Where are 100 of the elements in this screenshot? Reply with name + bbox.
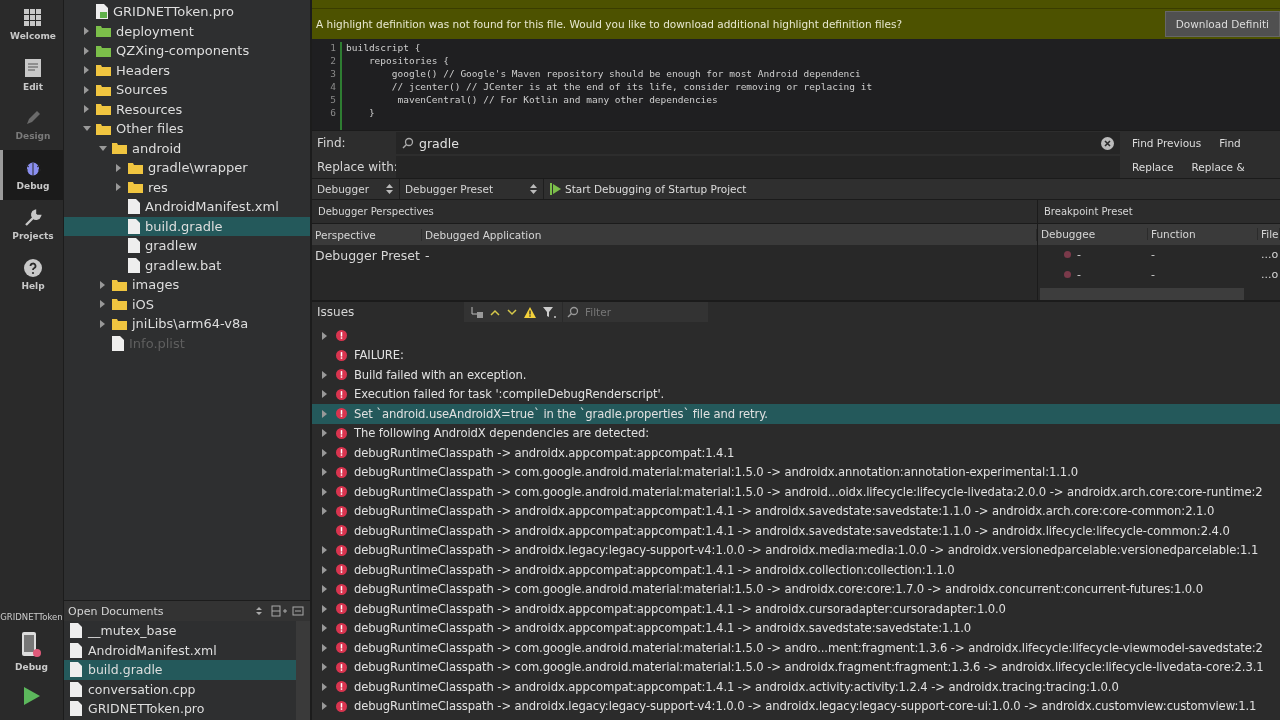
tree-item[interactable]: build.gradle	[64, 216, 310, 236]
issue-row[interactable]: debugRuntimeClasspath -> androidx.appcompat:appcompat:1.4.1 -> androidx.savedstate:savedstate:1.1.0 -> androidx.arch.core:core-common:2.1.0	[312, 501, 1280, 521]
document-item[interactable]: __mutex_base	[64, 621, 296, 641]
find-previous-button[interactable]: Find Previous	[1132, 137, 1202, 149]
folder-icon	[96, 25, 111, 38]
warning-icon[interactable]	[524, 306, 536, 318]
issue-row[interactable]: debugRuntimeClasspath -> com.google.android.material:material:1.5.0 -> androidx.fragment:fragment:1.3.6 -> androidx.lifecycle:lifecycle-livedata-core:2.3.1	[312, 657, 1280, 677]
error-icon	[336, 661, 347, 673]
combo-box[interactable]: Debugger	[312, 179, 400, 199]
tree-item[interactable]: iOS	[64, 294, 310, 314]
tree-item[interactable]: Other files	[64, 119, 310, 139]
tree-item[interactable]: Resources	[64, 99, 310, 119]
combo-box[interactable]: Debugger Preset	[400, 179, 544, 199]
issue-row[interactable]: debugRuntimeClasspath -> com.google.android.material:material:1.5.0 -> andro...ment:fragment:1.3.6 -> androidx.lifecycle:lifecycle-viewmodel-savedstate:2	[312, 638, 1280, 658]
panel-tools-icon[interactable]	[256, 605, 304, 617]
tree-item[interactable]: gradle\wrapper	[64, 158, 310, 178]
issue-row[interactable]: The following AndroidX dependencies are detected:	[312, 423, 1280, 443]
error-icon	[336, 369, 347, 381]
error-icon	[336, 388, 347, 400]
mode-button[interactable]: Projects	[0, 200, 63, 250]
code-line: repositories {	[367, 55, 450, 68]
tree-item[interactable]: deployment	[64, 21, 310, 41]
search-icon	[567, 306, 579, 318]
issue-row[interactable]: debugRuntimeClasspath -> androidx.appcompat:appcompat:1.4.1 -> androidx.activity:activity:1.2.4 -> androidx.tracing:tracing:1.0.0	[312, 677, 1280, 697]
folder-icon	[112, 298, 127, 311]
wrench-icon	[24, 209, 42, 227]
issue-row[interactable]: debugRuntimeClasspath -> androidx.appcompat:appcompat:1.4.1 -> androidx.collection:collection:1.1.0	[312, 560, 1280, 580]
issue-row[interactable]: Execution failed for task ':compileDebugRenderscript'.	[312, 384, 1280, 404]
mode-button[interactable]: Edit	[0, 50, 63, 100]
down-icon[interactable]	[507, 308, 517, 316]
tree-item[interactable]: GRIDNETToken.pro	[64, 2, 310, 22]
kit-label: GRIDNETToken	[0, 612, 63, 622]
replace-button[interactable]: Replace	[1132, 161, 1174, 173]
line-number: 3	[329, 68, 336, 81]
issue-row[interactable]: debugRuntimeClasspath -> androidx.appcompat:appcompat:1.4.1 -> androidx.savedstate:savedstate:1.1.0 -> androidx.lifecycle:lifecycle-common:2.4.0	[312, 521, 1280, 541]
start-debugging-button[interactable]: Start Debugging of Startup Project	[544, 183, 753, 195]
build-label: Debug	[15, 662, 48, 672]
download-button[interactable]: Download Definiti	[1164, 11, 1280, 37]
column-header[interactable]: File	[1258, 228, 1280, 241]
issue-row[interactable]: debugRuntimeClasspath -> androidx.legacy:legacy-support-v4:1.0.0 -> androidx.media:media:1.0.0 -> androidx.versionedparcelable:versionedparcelable:1.1	[312, 540, 1280, 560]
tree-item[interactable]: gradlew	[64, 236, 310, 256]
find-next-button[interactable]: Find	[1219, 137, 1241, 149]
filter-box[interactable]: Filter	[562, 302, 708, 322]
mode-button[interactable]: Help	[0, 250, 63, 300]
line-number: 5	[329, 94, 336, 107]
tree-item[interactable]: gradlew.bat	[64, 255, 310, 275]
table-cell: -	[1077, 247, 1081, 261]
scrollbar[interactable]	[1040, 288, 1244, 300]
clean-icon[interactable]	[470, 306, 483, 318]
error-icon	[336, 330, 347, 342]
document-item[interactable]: build.gradle	[64, 660, 296, 680]
run-icon[interactable]	[22, 686, 41, 706]
tree-item[interactable]: QZXing-components	[64, 41, 310, 61]
issue-row[interactable]: debugRuntimeClasspath -> androidx.legacy:legacy-support-v4:1.0.0 -> androidx.legacy:legacy-support-core-ui:1.0.0 -> androidx.customview:customview:1.1	[312, 696, 1280, 716]
column-header[interactable]: Debuggee	[1038, 228, 1148, 241]
tree-item[interactable]: res	[64, 177, 310, 197]
tree-item[interactable]: images	[64, 275, 310, 295]
up-icon[interactable]	[490, 308, 500, 316]
clear-icon[interactable]	[1101, 136, 1114, 150]
line-number: 2	[329, 55, 336, 68]
issue-row[interactable]: debugRuntimeClasspath -> com.google.android.material:material:1.5.0 -> android...oidx.lifecycle:lifecycle-livedata:2.0.0 -> androidx.arch.core:core-runtime:2	[312, 482, 1280, 502]
column-header[interactable]: Function	[1148, 228, 1258, 241]
document-item[interactable]: GRIDNETToken.pro	[64, 699, 296, 719]
scrollbar[interactable]	[296, 621, 310, 720]
issue-row[interactable]: Build failed with an exception.	[312, 365, 1280, 385]
issue-text: The following AndroidX dependencies are detected:	[354, 426, 650, 441]
issue-row[interactable]: debugRuntimeClasspath -> com.google.android.material:material:1.5.0 -> androidx.core:core:1.7.0 -> androidx.concurrent:concurrent-futures:1.0.0	[312, 579, 1280, 599]
issue-row[interactable]: debugRuntimeClasspath -> androidx.appcompat:appcompat:1.4.1 -> androidx.cursoradapter:cursoradapter:1.0.0	[312, 599, 1280, 619]
mode-button[interactable]: Debug	[0, 150, 63, 200]
filter-icon[interactable]	[543, 306, 556, 318]
folder-icon	[112, 142, 127, 155]
issue-row[interactable]: Set `android.useAndroidX=true` in the `gradle.properties` file and retry.	[312, 404, 1280, 424]
issue-row[interactable]: debugRuntimeClasspath -> androidx.appcompat:appcompat:1.4.1 -> androidx.savedstate:savedstate:1.1.0	[312, 618, 1280, 638]
tree-item[interactable]: android	[64, 138, 310, 158]
tree-item[interactable]: Headers	[64, 60, 310, 80]
issue-row[interactable]: debugRuntimeClasspath -> com.google.android.material:material:1.5.0 -> androidx.annotation:annotation-experimental:1.1.0	[312, 462, 1280, 482]
issue-row[interactable]: debugRuntimeClasspath -> androidx.appcompat:appcompat:1.4.1	[312, 443, 1280, 463]
file-icon	[128, 238, 140, 254]
folder-icon	[112, 278, 127, 291]
error-icon	[336, 564, 347, 576]
tree-item[interactable]: jniLibs\arm64-v8a	[64, 314, 310, 334]
column-header[interactable]: Debugged Application	[422, 228, 1037, 241]
mode-button[interactable]: Welcome	[0, 0, 63, 50]
replace-all-button[interactable]: Replace &	[1191, 161, 1245, 173]
issue-text: debugRuntimeClasspath -> com.google.android.material:material:1.5.0 -> androidx.core:core:1.7.0 -> androidx.concurrent:concurrent-futures:1.0.0	[354, 582, 1203, 597]
folder-icon	[128, 161, 143, 174]
tree-item[interactable]: Sources	[64, 80, 310, 100]
spinner-icon	[386, 184, 393, 194]
error-icon	[336, 622, 347, 634]
folder-icon	[96, 44, 111, 57]
tree-item[interactable]: AndroidManifest.xml	[64, 197, 310, 217]
document-item[interactable]: conversation.cpp	[64, 679, 296, 699]
issue-row[interactable]: FAILURE:	[312, 345, 1280, 365]
document-item[interactable]: AndroidManifest.xml	[64, 640, 296, 660]
line-number: 4	[329, 81, 336, 94]
code-editor[interactable]	[312, 39, 1280, 130]
column-header[interactable]: Perspective	[312, 228, 422, 241]
error-icon	[336, 700, 347, 712]
help-icon	[24, 259, 42, 277]
line-number: 6	[329, 107, 336, 120]
